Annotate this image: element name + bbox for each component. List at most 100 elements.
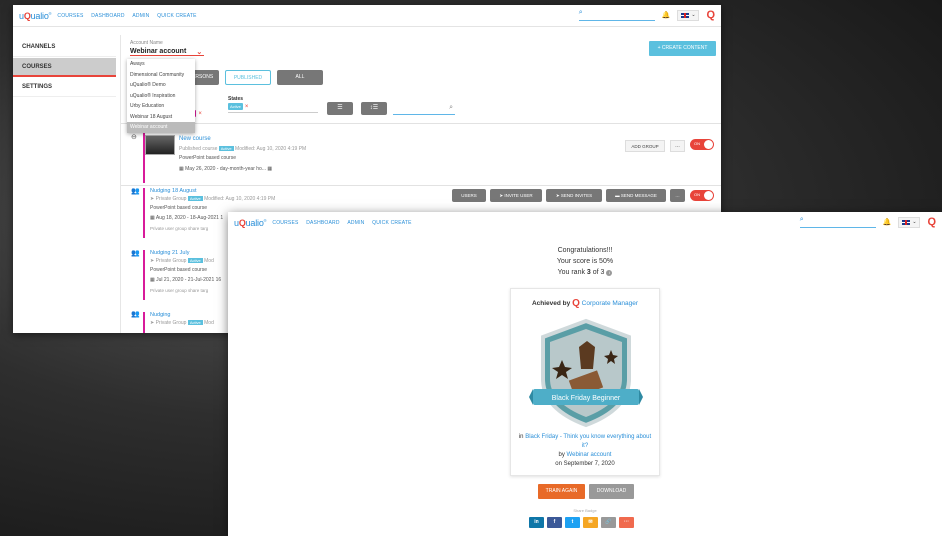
nav-admin[interactable]: ADMIN	[347, 220, 364, 226]
dropdown-option[interactable]: Aways	[127, 59, 195, 70]
users-button[interactable]: USERS	[452, 189, 486, 202]
filter-tabs: PERSONS PUBLISHED ALL	[183, 70, 323, 85]
sidebar-item-settings[interactable]: SETTINGS	[13, 78, 116, 97]
top-nav-bar: uQualio® COURSES DASHBOARD ADMIN QUICK C…	[228, 212, 942, 234]
nav-courses[interactable]: COURSES	[272, 220, 298, 226]
send-icon: ➤	[150, 320, 155, 326]
sidebar-item-courses[interactable]: COURSES	[13, 58, 116, 77]
course-title[interactable]: New course	[179, 136, 211, 142]
uqualio-logo[interactable]: uQualio®	[19, 11, 52, 21]
sidebar-divider	[120, 35, 121, 333]
course-toggle[interactable]: ON	[690, 139, 714, 150]
course-thumbnail[interactable]	[145, 135, 175, 155]
remove-icon[interactable]: ×	[245, 104, 249, 110]
sort-icon: ↕☰	[369, 105, 379, 111]
link-share-button[interactable]: 🔗	[601, 517, 616, 528]
calendar-icon: ▦	[150, 215, 155, 221]
account-link[interactable]: Webinar account	[567, 452, 612, 458]
group-title[interactable]: Nudging 18 August	[150, 188, 196, 194]
bell-icon[interactable]: 🔔	[662, 11, 671, 19]
nav-quick-create[interactable]: QUICK CREATE	[372, 220, 412, 226]
language-selector[interactable]: ⌄	[677, 9, 700, 21]
group-meta: ➤ Private Group Active Modified: Aug 10,…	[150, 196, 276, 202]
course-date: ▦ May 26, 2020 - day-month-year ho... ▦	[179, 166, 273, 172]
send-invites-button[interactable]: ➤ SEND INVITES	[546, 189, 602, 202]
more-button[interactable]: …	[670, 189, 685, 202]
brand-q-icon[interactable]: Q	[927, 216, 936, 228]
dropdown-option[interactable]: Webinar 18 August	[127, 112, 195, 123]
states-label: States	[228, 96, 244, 102]
nav-dashboard[interactable]: DASHBOARD	[91, 13, 124, 19]
list-view-button[interactable]: ☰	[327, 102, 353, 115]
group-title[interactable]: Nudging	[150, 312, 171, 318]
facebook-share-button[interactable]: f	[547, 517, 562, 528]
nav-courses[interactable]: COURSES	[57, 13, 83, 19]
dropdown-option[interactable]: uQualio® Demo	[127, 80, 195, 91]
states-filter: States Active ×	[228, 96, 318, 113]
dropdown-option-selected[interactable]: Webinar account	[127, 122, 195, 133]
group-toggle[interactable]: ON	[690, 190, 714, 201]
twitter-share-button[interactable]: t	[565, 517, 580, 528]
create-content-button[interactable]: + CREATE CONTENT	[649, 41, 716, 56]
rank-text: You rank 3 of 3 i	[228, 269, 942, 276]
search-input[interactable]: ⌕	[578, 9, 655, 21]
tab-published[interactable]: PUBLISHED	[225, 70, 271, 85]
calendar-icon[interactable]: ▦	[267, 166, 272, 172]
group-date: ▦ Jul 21, 2020 - 21-Jul-2021 16	[150, 277, 222, 283]
status-badge: Active	[218, 146, 234, 151]
sort-button[interactable]: ↕☰	[361, 102, 387, 115]
language-selector[interactable]: ⌄	[898, 216, 921, 228]
group-meta: ➤ Private Group Active Mod	[150, 320, 214, 326]
bell-icon[interactable]: 🔔	[883, 218, 892, 226]
invite-user-button[interactable]: ➤ INVITE USER	[490, 189, 542, 202]
search-icon: ⌕	[799, 216, 804, 223]
dropdown-option[interactable]: Urby Education	[127, 101, 195, 112]
more-share-button[interactable]: ···	[619, 517, 634, 528]
nav-quick-create[interactable]: QUICK CREATE	[157, 13, 197, 19]
tab-all[interactable]: ALL	[277, 70, 323, 85]
info-icon[interactable]: i	[606, 270, 613, 276]
add-group-button[interactable]: ADD GROUP	[625, 140, 665, 152]
share-buttons: in f t ✉ 🔗 ···	[529, 517, 634, 528]
congrats-text: Congratulations!!!	[557, 247, 613, 254]
dropdown-option[interactable]: Dimensional Community	[127, 70, 195, 81]
corporate-manager-link[interactable]: Corporate Manager	[582, 300, 638, 307]
nav-admin[interactable]: ADMIN	[132, 13, 149, 19]
top-right-tools: ⌕ 🔔 ⌄ Q	[578, 9, 715, 21]
trophy-badge-icon: Black Friday Beginner	[529, 318, 643, 428]
linkedin-share-button[interactable]: in	[529, 517, 544, 528]
email-share-button[interactable]: ✉	[583, 517, 598, 528]
uk-flag-icon	[681, 12, 690, 18]
group-date: ▦ Aug 18, 2020 - 18-Aug-2021 1	[150, 215, 224, 221]
uqualio-logo[interactable]: uQualio®	[234, 218, 267, 228]
states-field[interactable]: Active ×	[228, 103, 318, 113]
course-search-input[interactable]: ⌕	[393, 104, 455, 115]
more-button[interactable]: …	[670, 140, 685, 152]
dropdown-option[interactable]: uQualio® Inspiration	[127, 91, 195, 102]
sidebar-item-channels[interactable]: CHANNELS	[13, 38, 116, 57]
account-select[interactable]: Account Name Webinar account ⌄	[130, 40, 205, 56]
status-badge: Active	[187, 320, 203, 325]
account-label: Account Name	[130, 40, 163, 46]
send-icon: ➤	[150, 258, 155, 264]
list-icon: ☰	[337, 105, 343, 111]
brand-q-icon[interactable]: Q	[706, 9, 715, 21]
badge-name: Black Friday Beginner	[552, 395, 621, 402]
main-nav: COURSES DASHBOARD ADMIN QUICK CREATE	[51, 13, 196, 19]
group-title[interactable]: Nudging 21 July	[150, 250, 189, 256]
nav-dashboard[interactable]: DASHBOARD	[306, 220, 339, 226]
search-input[interactable]: ⌕	[799, 216, 876, 228]
send-message-button[interactable]: ▬ SEND MESSAGE	[606, 189, 666, 202]
download-button[interactable]: DOWNLOAD	[589, 484, 634, 499]
main-nav: COURSES DASHBOARD ADMIN QUICK CREATE	[266, 220, 411, 226]
train-again-button[interactable]: TRAIN AGAIN	[538, 484, 585, 499]
course-link[interactable]: Black Friday - Think you know everything…	[525, 434, 651, 449]
remove-icon[interactable]: ×	[198, 111, 202, 117]
account-value[interactable]: Webinar account ⌄	[130, 48, 205, 56]
divider	[121, 185, 721, 186]
search-icon: ⌕	[578, 9, 583, 16]
course-description: PowerPoint based course	[179, 155, 236, 161]
chevron-down-icon: ⌄	[691, 12, 696, 18]
badge-date: on September 7, 2020	[555, 461, 615, 467]
calendar-icon: ▦	[179, 166, 184, 172]
